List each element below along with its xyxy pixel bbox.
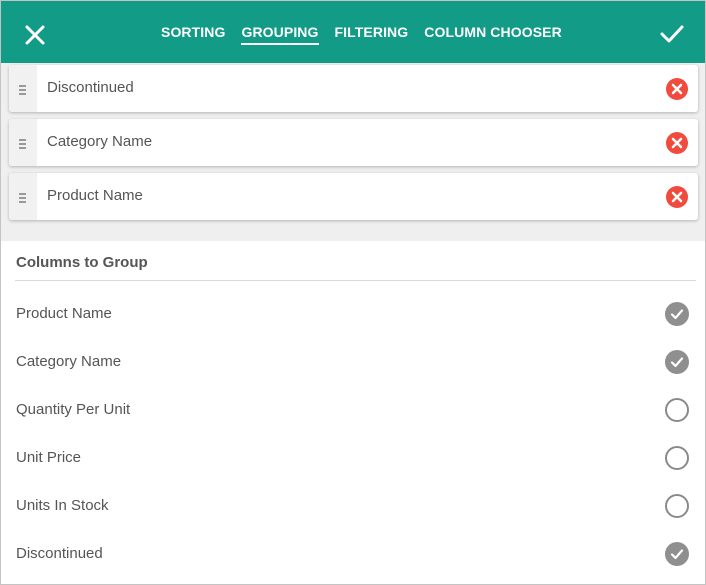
checked-circle-icon[interactable] [665,350,689,374]
grouped-column-category-name: Category Name [9,119,698,166]
checked-circle-icon[interactable] [665,302,689,326]
remove-group-icon[interactable] [666,132,688,154]
column-label: Product Name [16,305,112,322]
column-row-unit-price[interactable]: Unit Price [1,434,705,482]
tab-bar: SORTING GROUPING FILTERING COLUMN CHOOSE… [161,23,562,47]
grouped-column-product-name: Product Name [9,173,698,220]
tab-grouping[interactable]: GROUPING [241,23,319,45]
column-label: Units In Stock [16,497,109,514]
drag-handle-icon[interactable] [9,65,37,112]
section-title: Columns to Group [16,254,148,271]
column-label: Quantity Per Unit [16,401,131,418]
column-row-discontinued[interactable]: Discontinued [1,530,705,578]
grouped-column-label: Category Name [47,133,153,150]
column-label: Discontinued [16,545,103,562]
column-row-product-name[interactable]: Product Name [1,290,705,338]
tab-sorting[interactable]: SORTING [161,23,225,45]
drag-handle-icon[interactable] [9,119,37,166]
drag-handle-icon[interactable] [9,173,37,220]
column-label: Unit Price [16,449,82,466]
column-row-category-name[interactable]: Category Name [1,338,705,386]
column-label: Category Name [16,353,122,370]
column-row-units-in-stock[interactable]: Units In Stock [1,482,705,530]
grouped-columns-area: Discontinued Category Name Product Name [1,63,705,241]
grouped-column-discontinued: Discontinued [9,65,698,112]
grouped-column-label: Discontinued [47,79,134,96]
unchecked-circle-icon[interactable] [665,494,689,518]
divider [15,280,696,281]
dialog-header: SORTING GROUPING FILTERING COLUMN CHOOSE… [1,1,705,63]
tab-filtering[interactable]: FILTERING [335,23,409,45]
remove-group-icon[interactable] [666,78,688,100]
check-icon[interactable] [657,19,687,49]
column-row-quantity-per-unit[interactable]: Quantity Per Unit [1,386,705,434]
grouped-column-label: Product Name [47,187,143,204]
checked-circle-icon[interactable] [665,542,689,566]
close-icon[interactable] [21,21,49,49]
remove-group-icon[interactable] [666,186,688,208]
unchecked-circle-icon[interactable] [665,398,689,422]
unchecked-circle-icon[interactable] [665,446,689,470]
grouping-dialog: SORTING GROUPING FILTERING COLUMN CHOOSE… [0,0,706,585]
tab-column-chooser[interactable]: COLUMN CHOOSER [424,23,562,45]
